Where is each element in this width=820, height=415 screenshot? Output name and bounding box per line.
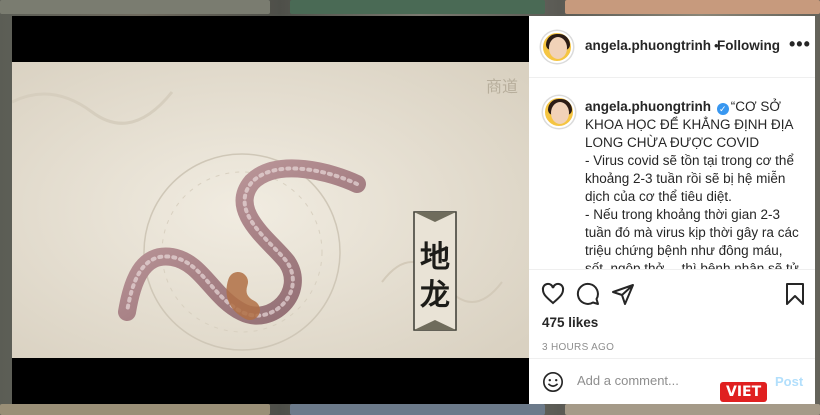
feed-tile[interactable] — [565, 0, 820, 14]
post-image: 地 龙 商道 — [12, 62, 529, 358]
comment-icon[interactable] — [576, 282, 600, 306]
calligraphy-char-1: 地 — [420, 240, 450, 275]
following-button[interactable]: Following — [717, 38, 780, 53]
bookmark-icon[interactable] — [783, 282, 807, 306]
caption-area: angela.phuongtrinh ✓ “CƠ SỞ KHOA HỌC ĐỂ K… — [529, 78, 815, 270]
caption-text: “CƠ SỞ KHOA HỌC ĐỂ KHẲNG ĐỊNH ĐỊA LONG C… — [585, 99, 799, 270]
post-comment-button[interactable]: Post — [775, 374, 803, 389]
caption-avatar[interactable] — [543, 96, 575, 128]
feed-tile[interactable] — [0, 0, 270, 14]
earthworm-illustration: 地 龙 商道 — [12, 62, 529, 358]
more-icon[interactable]: ••• — [789, 34, 811, 55]
post-header: angela.phuongtrinh • Following ••• — [529, 16, 815, 78]
caption-username[interactable]: angela.phuongtrinh — [585, 99, 711, 114]
comment-form: Post — [529, 358, 815, 404]
action-bar: 475 likes 3 HOURS AGO — [529, 270, 815, 366]
post-media[interactable]: 地 龙 商道 — [12, 16, 529, 404]
feed-tile[interactable] — [0, 404, 270, 415]
header-username[interactable]: angela.phuongtrinh — [585, 38, 711, 53]
emoji-icon[interactable] — [542, 371, 564, 393]
post-caption: angela.phuongtrinh ✓ “CƠ SỞ KHOA HỌC ĐỂ K… — [585, 98, 807, 270]
heart-icon[interactable] — [541, 282, 565, 306]
feed-tile[interactable] — [290, 0, 545, 14]
feed-tile[interactable] — [290, 404, 545, 415]
likes-count[interactable]: 475 likes — [542, 315, 598, 330]
site-logo: VIET — [720, 382, 768, 402]
post-timestamp[interactable]: 3 HOURS AGO — [542, 342, 614, 353]
feed-tile[interactable] — [565, 404, 820, 415]
image-watermark: 商道 — [486, 77, 518, 96]
avatar[interactable] — [541, 31, 573, 63]
calligraphy-char-2: 龙 — [420, 278, 450, 313]
share-icon[interactable] — [611, 282, 635, 306]
post-side-panel: angela.phuongtrinh • Following ••• angel… — [529, 16, 815, 404]
verified-icon: ✓ — [716, 103, 729, 115]
